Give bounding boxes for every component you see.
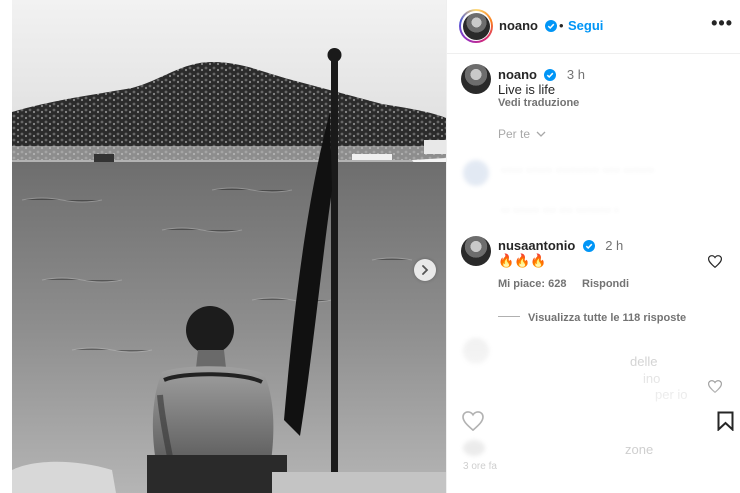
avatar	[461, 236, 491, 266]
caption-text: Live is life	[498, 82, 556, 97]
verified-icon	[544, 69, 557, 81]
post-sidebar: noano • Segui ••• noano 3 h Live is life…	[446, 0, 740, 493]
obscured-snippet: ino	[643, 371, 661, 386]
see-translation-link[interactable]: Vedi traduzione	[498, 97, 579, 109]
verified-icon	[582, 240, 595, 252]
comment-sort-dropdown[interactable]: Per te	[498, 127, 546, 141]
avatar	[462, 12, 490, 40]
view-replies-button[interactable]: Visualizza tutte le 118 risposte	[498, 308, 686, 326]
sort-label[interactable]: Per te	[498, 127, 530, 141]
avatar	[461, 64, 491, 94]
obscured-snippet: delle	[630, 354, 658, 369]
author-avatar-ring[interactable]	[459, 9, 493, 43]
obscured-line: ····· ······ ·········· ···· ·······	[501, 162, 654, 177]
author-username[interactable]: noano	[499, 18, 557, 33]
follow-button[interactable]: Segui	[568, 18, 603, 33]
obscured-comment: ····· ······ ·········· ···· ······· ·· …	[463, 160, 733, 217]
author-name-text[interactable]: noano	[499, 18, 538, 33]
photo-image	[12, 0, 446, 493]
separator-dot: •	[559, 18, 564, 33]
more-options-icon[interactable]: •••	[711, 13, 733, 34]
comment-likes[interactable]: Mi piace: 628	[498, 278, 566, 290]
view-replies-label[interactable]: Visualizza tutte le 118 risposte	[528, 312, 686, 324]
heart-icon[interactable]	[708, 255, 722, 268]
post-photo	[12, 0, 446, 493]
caption-time[interactable]: 3 h	[567, 67, 585, 82]
bookmark-icon[interactable]	[717, 411, 734, 431]
obscured-line: ·· ······ ··· ··· ········ ·	[501, 202, 619, 217]
caption-author[interactable]: noano	[498, 67, 537, 82]
replies-divider	[498, 316, 520, 318]
page-margin	[0, 0, 12, 493]
obscured-snippet: zone	[625, 442, 654, 457]
post-timestamp: 3 ore fa	[463, 461, 497, 472]
reply-button[interactable]: Rispondi	[582, 278, 629, 290]
heart-icon[interactable]	[708, 380, 722, 393]
chevron-right-icon	[422, 265, 429, 275]
obscured-snippet: per io	[655, 387, 688, 402]
post-header: noano • Segui •••	[447, 0, 740, 54]
chevron-down-icon	[536, 131, 546, 137]
comment-text: 🔥🔥🔥	[498, 253, 547, 268]
comment-author[interactable]: nusaantonio	[498, 238, 575, 253]
caption-avatar-wrap[interactable]	[461, 64, 491, 94]
obscured-avatar	[463, 440, 485, 456]
obscured-comment	[463, 338, 723, 369]
comment-time[interactable]: 2 h	[605, 238, 623, 253]
next-photo-button[interactable]	[414, 259, 436, 281]
comment-avatar-wrap[interactable]	[461, 236, 491, 266]
verified-icon	[544, 20, 557, 32]
heart-icon[interactable]	[462, 411, 484, 431]
